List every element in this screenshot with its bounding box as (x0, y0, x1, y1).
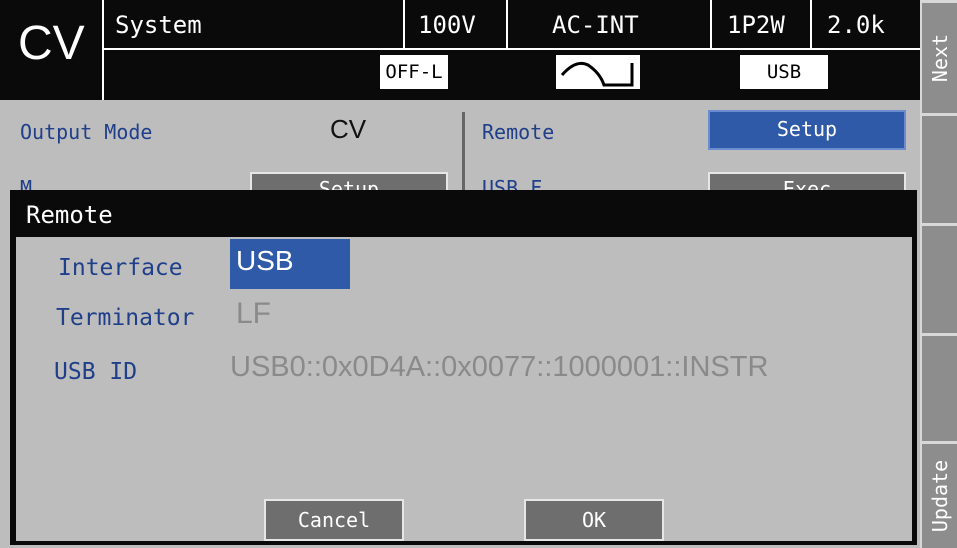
voltage-range: 100V (418, 11, 476, 39)
interface-value: USB (236, 245, 294, 276)
softkey-update-label: Update (927, 459, 952, 533)
softkey-3[interactable] (920, 223, 957, 333)
dialog-body: Interface USB Terminator LF USB ID USB0:… (16, 237, 912, 541)
remote-setup-button[interactable]: Setup (708, 110, 906, 150)
divider (506, 0, 508, 50)
divider (403, 0, 405, 50)
output-mode-value: CV (330, 114, 367, 144)
mode-indicator: CV (18, 17, 85, 70)
value-indicator: 2.0k (827, 11, 885, 39)
ok-button[interactable]: OK (524, 499, 664, 541)
interface-label: Interface (58, 255, 183, 281)
usb-id-value: USB0::0x0D4A::0x0077::1000001::INSTR (230, 351, 769, 383)
output-state-badge: OFF-L (380, 55, 448, 89)
usb-id-label: USB ID (54, 359, 138, 385)
output-mode-label: Output Mode (20, 120, 153, 144)
ac-sine-square-icon (556, 55, 640, 89)
softkey-column: Next Update (920, 0, 957, 548)
wiring-indicator: 1P2W (727, 11, 785, 39)
status-header: CV System 100V AC-INT 1P2W 2.0k OFF-L US… (0, 0, 920, 100)
divider (810, 0, 812, 50)
softkey-next-label: Next (927, 33, 952, 83)
divider (710, 0, 712, 50)
softkey-4[interactable] (920, 333, 957, 441)
cancel-button[interactable]: Cancel (264, 499, 404, 541)
panel-divider (462, 112, 465, 192)
interface-value-field[interactable]: USB (230, 239, 350, 289)
remote-label: Remote (482, 120, 555, 144)
softkey-next[interactable]: Next (920, 0, 957, 113)
softkey-update[interactable]: Update (920, 441, 957, 548)
divider (102, 0, 104, 100)
terminator-value[interactable]: LF (236, 297, 271, 331)
terminator-label: Terminator (56, 305, 195, 331)
source-indicator: AC-INT (552, 11, 639, 39)
dialog-title: Remote (26, 201, 113, 229)
interface-indicator: USB (740, 55, 828, 89)
divider (102, 48, 920, 50)
softkey-2[interactable] (920, 113, 957, 223)
screen-title: System (115, 11, 202, 39)
